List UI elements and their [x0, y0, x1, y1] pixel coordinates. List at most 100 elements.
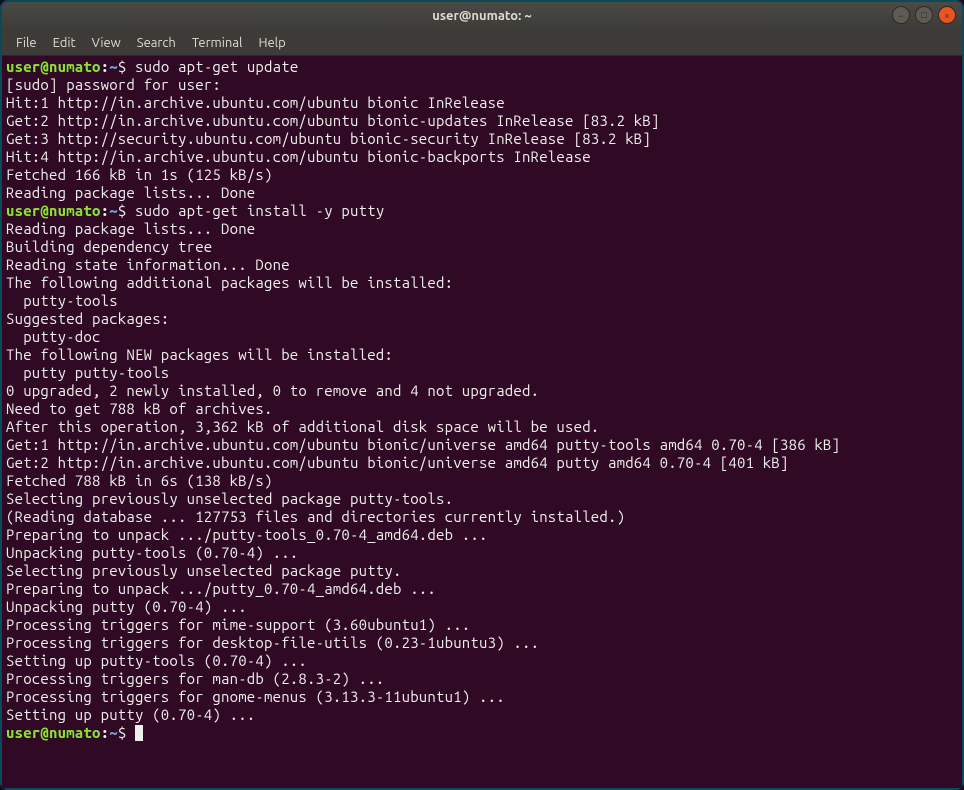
terminal-output-line: Fetched 166 kB in 1s (125 kB/s): [6, 166, 958, 184]
output-text: Unpacking putty (0.70-4) ...: [6, 598, 247, 615]
terminal-output-line: Hit:1 http://in.archive.ubuntu.com/ubunt…: [6, 94, 958, 112]
terminal-output-line: Processing triggers for man-db (2.8.3-2)…: [6, 670, 958, 688]
terminal-output-line: Processing triggers for desktop-file-uti…: [6, 634, 958, 652]
terminal-output-line: Preparing to unpack .../putty-tools_0.70…: [6, 526, 958, 544]
minimize-button[interactable]: −: [892, 6, 910, 24]
output-text: Preparing to unpack .../putty_0.70-4_amd…: [6, 580, 436, 597]
menu-edit[interactable]: Edit: [45, 33, 84, 53]
output-text: Selecting previously unselected package …: [6, 562, 402, 579]
prompt-path: ~: [109, 202, 118, 219]
output-text: Fetched 788 kB in 6s (138 kB/s): [6, 472, 273, 489]
terminal-viewport[interactable]: user@numato:~$ sudo apt-get update[sudo]…: [2, 56, 962, 788]
window-title: user@numato: ~: [432, 9, 531, 23]
prompt-user-host: user@numato: [6, 724, 101, 741]
terminal-output-line: Selecting previously unselected package …: [6, 490, 958, 508]
prompt-path: ~: [109, 724, 118, 741]
command-text: sudo apt-get install -y putty: [135, 202, 384, 219]
output-text: Setting up putty (0.70-4) ...: [6, 706, 255, 723]
terminal-output-line: Setting up putty (0.70-4) ...: [6, 706, 958, 724]
close-button[interactable]: ×: [938, 6, 956, 24]
terminal-output-line: The following additional packages will b…: [6, 274, 958, 292]
output-text: Get:3 http://security.ubuntu.com/ubuntu …: [6, 130, 651, 147]
output-text: Suggested packages:: [6, 310, 169, 327]
output-text: Processing triggers for man-db (2.8.3-2)…: [6, 670, 384, 687]
prompt-dollar: $: [118, 58, 135, 75]
output-text: Fetched 166 kB in 1s (125 kB/s): [6, 166, 273, 183]
prompt-colon: :: [101, 202, 110, 219]
menu-terminal[interactable]: Terminal: [184, 33, 251, 53]
terminal-output-line: Reading package lists... Done: [6, 184, 958, 202]
terminal-output-line: [sudo] password for user:: [6, 76, 958, 94]
terminal-output-line: After this operation, 3,362 kB of additi…: [6, 418, 958, 436]
prompt-path: ~: [109, 58, 118, 75]
terminal-output-line: Reading state information... Done: [6, 256, 958, 274]
command-text: sudo apt-get update: [135, 58, 298, 75]
close-icon: ×: [944, 10, 950, 21]
terminal-command-line: user@numato:~$ sudo apt-get update: [6, 58, 958, 76]
output-text: After this operation, 3,362 kB of additi…: [6, 418, 599, 435]
output-text: Preparing to unpack .../putty-tools_0.70…: [6, 526, 488, 543]
terminal-output-line: Preparing to unpack .../putty_0.70-4_amd…: [6, 580, 958, 598]
menu-help[interactable]: Help: [250, 33, 293, 53]
output-text: Processing triggers for mime-support (3.…: [6, 616, 470, 633]
terminal-output-line: putty putty-tools: [6, 364, 958, 382]
output-text: Reading package lists... Done: [6, 220, 255, 237]
terminal-output-line: Get:3 http://security.ubuntu.com/ubuntu …: [6, 130, 958, 148]
output-text: Reading state information... Done: [6, 256, 290, 273]
terminal-output-line: (Reading database ... 127753 files and d…: [6, 508, 958, 526]
terminal-output-line: Reading package lists... Done: [6, 220, 958, 238]
prompt-user-host: user@numato: [6, 58, 101, 75]
output-text: Get:2 http://in.archive.ubuntu.com/ubunt…: [6, 454, 789, 471]
menu-file[interactable]: File: [8, 33, 45, 53]
output-text: Building dependency tree: [6, 238, 212, 255]
terminal-output-line: Setting up putty-tools (0.70-4) ...: [6, 652, 958, 670]
output-text: Selecting previously unselected package …: [6, 490, 453, 507]
output-text: Setting up putty-tools (0.70-4) ...: [6, 652, 307, 669]
prompt-dollar: $: [118, 724, 135, 741]
menubar: File Edit View Search Terminal Help: [2, 30, 962, 56]
maximize-button[interactable]: □: [915, 6, 933, 24]
minimize-icon: −: [898, 10, 904, 21]
cursor: [135, 725, 143, 741]
terminal-output-line: Processing triggers for gnome-menus (3.1…: [6, 688, 958, 706]
terminal-output-line: putty-tools: [6, 292, 958, 310]
prompt-user-host: user@numato: [6, 202, 101, 219]
output-text: putty-tools: [6, 292, 118, 309]
terminal-output-line: Unpacking putty (0.70-4) ...: [6, 598, 958, 616]
output-text: [sudo] password for user:: [6, 76, 230, 93]
output-text: putty putty-tools: [6, 364, 169, 381]
terminal-output-line: Get:2 http://in.archive.ubuntu.com/ubunt…: [6, 454, 958, 472]
prompt-dollar: $: [118, 202, 135, 219]
menu-view[interactable]: View: [84, 33, 129, 53]
maximize-icon: □: [921, 9, 927, 21]
output-text: Hit:1 http://in.archive.ubuntu.com/ubunt…: [6, 94, 505, 111]
terminal-output-line: Selecting previously unselected package …: [6, 562, 958, 580]
terminal-command-line: user@numato:~$: [6, 724, 958, 742]
terminal-output-line: Fetched 788 kB in 6s (138 kB/s): [6, 472, 958, 490]
output-text: Unpacking putty-tools (0.70-4) ...: [6, 544, 298, 561]
terminal-output-line: Get:2 http://in.archive.ubuntu.com/ubunt…: [6, 112, 958, 130]
window-controls: − □ ×: [892, 6, 956, 24]
terminal-output-line: Processing triggers for mime-support (3.…: [6, 616, 958, 634]
terminal-output-line: Unpacking putty-tools (0.70-4) ...: [6, 544, 958, 562]
terminal-output-line: Suggested packages:: [6, 310, 958, 328]
prompt-colon: :: [101, 724, 110, 741]
titlebar: user@numato: ~ − □ ×: [2, 2, 962, 30]
menu-search[interactable]: Search: [129, 33, 184, 53]
output-text: The following NEW packages will be insta…: [6, 346, 393, 363]
output-text: Processing triggers for desktop-file-uti…: [6, 634, 539, 651]
terminal-output-line: 0 upgraded, 2 newly installed, 0 to remo…: [6, 382, 958, 400]
output-text: Get:1 http://in.archive.ubuntu.com/ubunt…: [6, 436, 840, 453]
output-text: 0 upgraded, 2 newly installed, 0 to remo…: [6, 382, 539, 399]
output-text: Need to get 788 kB of archives.: [6, 400, 273, 417]
output-text: Get:2 http://in.archive.ubuntu.com/ubunt…: [6, 112, 660, 129]
prompt-colon: :: [101, 58, 110, 75]
output-text: putty-doc: [6, 328, 101, 345]
output-text: (Reading database ... 127753 files and d…: [6, 508, 625, 525]
output-text: Reading package lists... Done: [6, 184, 255, 201]
terminal-output-line: putty-doc: [6, 328, 958, 346]
output-text: The following additional packages will b…: [6, 274, 453, 291]
terminal-command-line: user@numato:~$ sudo apt-get install -y p…: [6, 202, 958, 220]
terminal-output-line: Get:1 http://in.archive.ubuntu.com/ubunt…: [6, 436, 958, 454]
terminal-output-line: Need to get 788 kB of archives.: [6, 400, 958, 418]
